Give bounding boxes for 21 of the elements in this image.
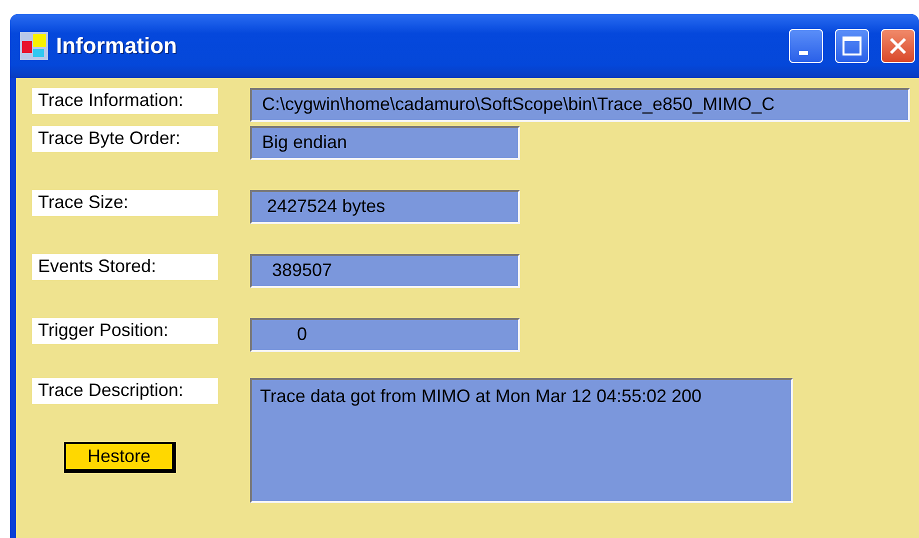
app-icon bbox=[20, 32, 48, 60]
close-icon bbox=[888, 36, 908, 56]
minimize-button[interactable] bbox=[789, 29, 823, 63]
window-title: Information bbox=[56, 33, 178, 59]
text-field[interactable]: 2427524 bytes bbox=[250, 190, 520, 224]
field-label: Trace Description: bbox=[32, 378, 218, 404]
description-field[interactable]: Trace data got from MIMO at Mon Mar 12 04:55:02 200 bbox=[250, 378, 793, 503]
close-button[interactable] bbox=[881, 29, 915, 63]
maximize-icon bbox=[842, 36, 862, 56]
field-label: Events Stored: bbox=[32, 254, 218, 280]
text-field[interactable]: 389507 bbox=[250, 254, 520, 288]
text-field[interactable]: 0 bbox=[250, 318, 520, 352]
field-label: Trace Size: bbox=[32, 190, 218, 216]
field-label: Trace Information: bbox=[32, 88, 218, 114]
maximize-button[interactable] bbox=[835, 29, 869, 63]
minimize-icon bbox=[798, 51, 808, 55]
text-field[interactable]: C:\cygwin\home\cadamuro\SoftScope\bin\Trace_e850_MIMO_C bbox=[250, 88, 910, 122]
restore-button[interactable]: Hestore bbox=[64, 442, 176, 473]
field-label: Trigger Position: bbox=[32, 318, 218, 344]
field-label: Trace Byte Order: bbox=[32, 126, 218, 152]
text-field[interactable]: Big endian bbox=[250, 126, 520, 160]
